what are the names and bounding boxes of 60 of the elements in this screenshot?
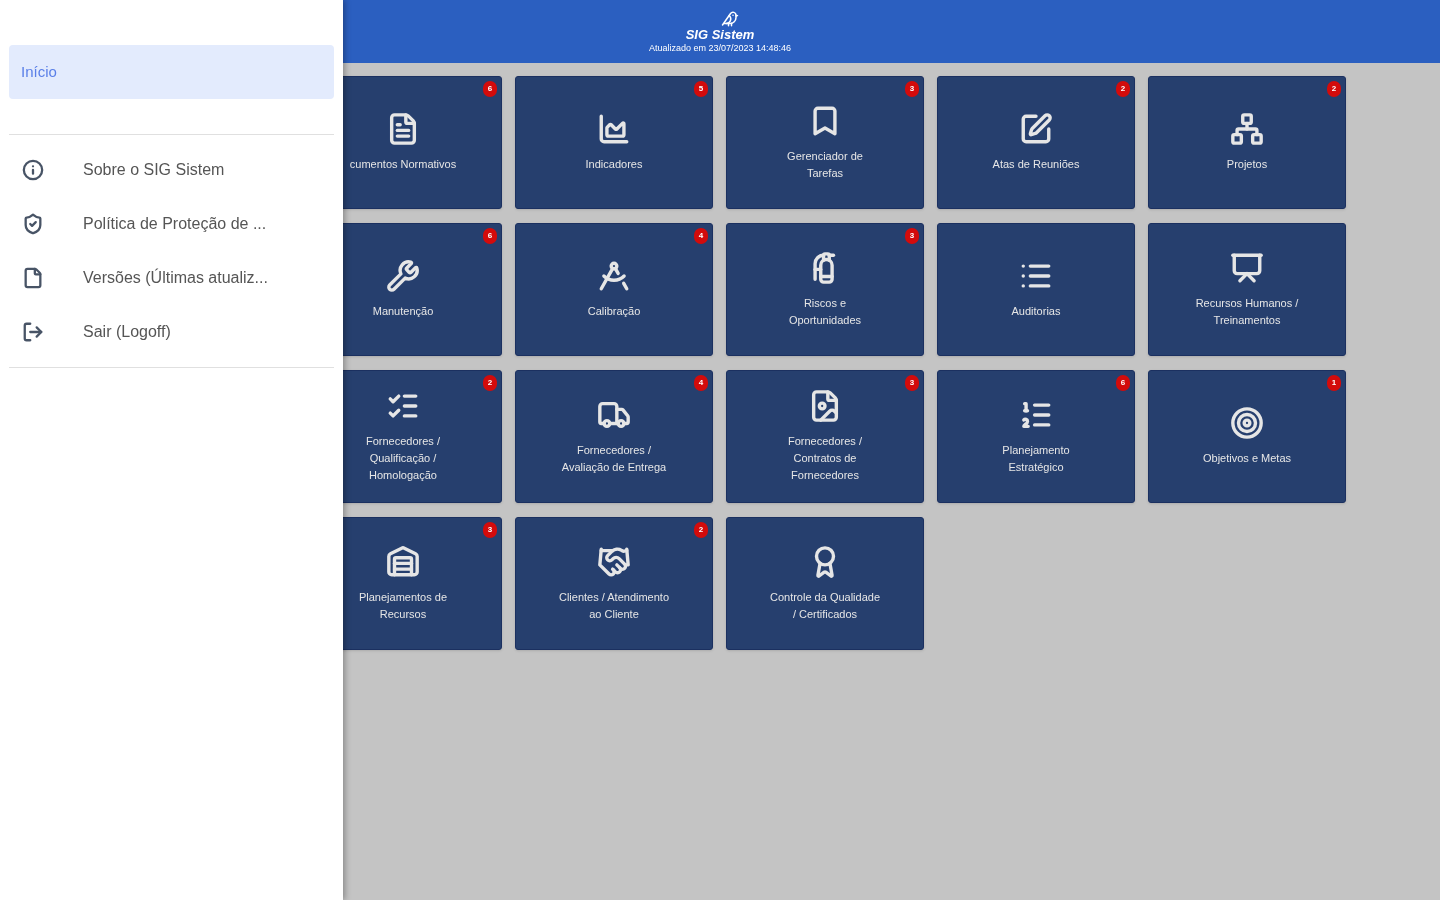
tile-label: Planejamento Estratégico [1001,442,1071,475]
count-badge: 3 [483,522,497,538]
wrench-icon [386,259,420,293]
tile-label: Planejamentos de Recursos [357,589,449,622]
module-tile[interactable]: Recursos Humanos / Treinamentos [1148,223,1346,356]
count-badge: 3 [905,228,919,244]
logo-text: SIG Sistem [685,28,755,41]
info-icon [22,159,44,181]
tile-label: cumentos Normativos [349,157,457,172]
tile-label: Gerenciador de Tarefas [786,148,864,181]
module-tile[interactable]: Auditorias [937,223,1135,356]
count-badge: 2 [1116,81,1130,97]
tile-label: Clientes / Atendimento ao Cliente [558,589,670,622]
hierarchy-icon [1230,112,1264,146]
file-icon [22,267,44,289]
tile-label: Auditorias [1011,304,1061,319]
edit-icon [1019,112,1053,146]
module-tile[interactable]: Objetivos e Metas 1 [1148,370,1346,503]
module-tile[interactable]: Fornecedores / Avaliação de Entrega 4 [515,370,713,503]
tile-label: Fornecedores / Qualificação / Homologação [365,434,441,483]
tile-label: Atas de Reuniões [992,157,1080,172]
tile-label: Calibração [587,304,641,319]
tile-label: Recursos Humanos / Treinamentos [1194,295,1300,328]
module-tile[interactable]: Calibração 4 [515,223,713,356]
target-icon [1230,406,1264,440]
tile-label: Fornecedores / Contratos de Fornecedores [787,434,863,483]
module-tile[interactable]: Clientes / Atendimento ao Cliente 2 [515,517,713,650]
module-tile[interactable]: Projetos 2 [1148,76,1346,209]
count-badge: 5 [694,81,708,97]
module-tile[interactable]: Gerenciador de Tarefas 3 [726,76,924,209]
count-badge: 6 [483,228,497,244]
tile-label: Fornecedores / Avaliação de Entrega [560,442,668,475]
module-tile[interactable]: Riscos e Oportunidades 3 [726,223,924,356]
area-chart-icon [597,112,631,146]
updated-text: Atualizado em 23/07/2023 14:48:46 [648,44,792,53]
count-badge: 4 [694,228,708,244]
shield-icon [22,213,44,235]
count-badge: 3 [905,81,919,97]
tile-label: Indicadores [585,157,643,172]
count-badge: 2 [1327,81,1341,97]
count-badge: 6 [1116,375,1130,391]
count-badge: 1 [1327,375,1341,391]
count-badge: 6 [483,81,497,97]
logout-icon [22,321,44,343]
tile-label: Objetivos e Metas [1202,451,1291,466]
count-badge: 2 [483,375,497,391]
warehouse-icon [386,544,420,579]
module-tile[interactable]: Atas de Reuniões 2 [937,76,1135,209]
module-tile[interactable]: Fornecedores / Contratos de Fornecedores 3 [726,370,924,503]
tile-label: Controle da Qualidade / Certificados [769,589,881,622]
module-tile[interactable]: Controle da Qualidade / Certificados [726,517,924,650]
module-tile[interactable]: Indicadores 5 [515,76,713,209]
module-tile[interactable]: Planejamento Estratégico 6 [937,370,1135,503]
tile-label: Projetos [1226,157,1268,172]
tile-label: Riscos e Oportunidades [787,295,863,328]
count-badge: 4 [694,375,708,391]
count-badge: 2 [694,522,708,538]
compass-icon [597,259,631,293]
tile-label: Manutenção [372,304,434,319]
count-badge: 3 [905,375,919,391]
